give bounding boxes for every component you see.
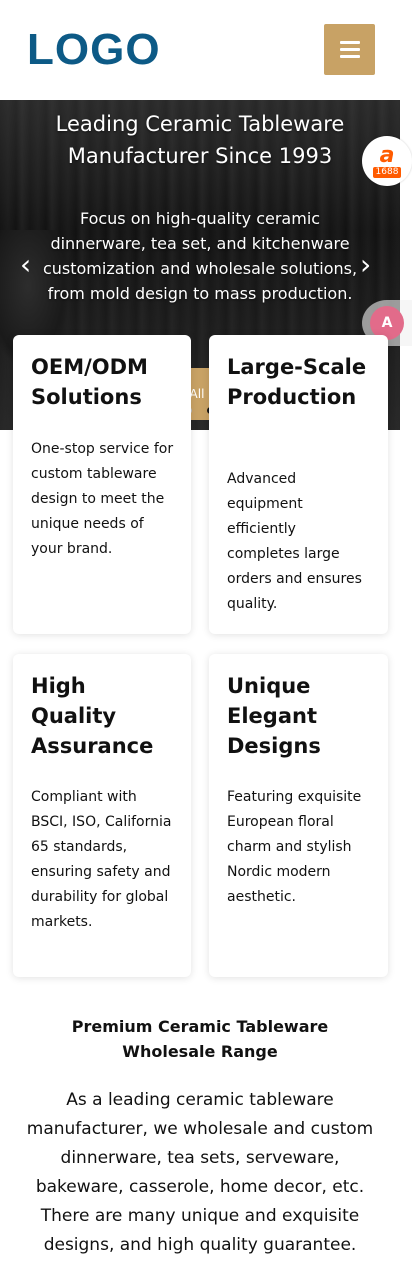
range-section-text: As a leading ceramic tableware manufactu… [26,1090,374,1255]
hamburger-menu-icon[interactable] [324,24,375,75]
feature-card-designs: Unique Elegant Designs Featuring exquisi… [209,654,388,977]
alibaba-1688-icon[interactable]: a 1688 [362,136,412,186]
feature-card-oem: OEM/ODM Solutions One-stop service for c… [13,335,191,634]
range-section-title: Premium Ceramic Tableware Wholesale Rang… [71,1017,329,1061]
alibaba-mark: a [379,142,395,168]
feature-title: Large-Scale Production [227,355,367,409]
feature-card-production: Large-Scale Production Advanced equipmen… [209,335,388,634]
feature-title: OEM/ODM Solutions [31,355,148,409]
feature-text: Advanced equipment efficiently completes… [227,471,362,612]
alibaba-label: 1688 [372,166,402,178]
feature-text: Compliant with BSCI, ISO, California 65 … [31,789,172,930]
feature-text: Featuring exquisite European floral char… [227,789,362,905]
site-logo[interactable]: LOGO [27,26,161,74]
menu-bar [339,48,360,51]
feature-title: High Quality Assurance [31,674,154,758]
feature-card-quality: High Quality Assurance Compliant with BS… [13,654,191,977]
feature-text: One-stop service for custom tableware de… [31,441,174,557]
menu-bar [339,41,360,44]
hero-title: Leading Ceramic Tableware Manufacturer S… [55,112,345,168]
feature-title: Unique Elegant Designs [227,674,321,758]
chevron-left-icon[interactable]: ‹ [20,250,40,280]
site-header: LOGO [0,0,412,100]
menu-bar [339,55,360,58]
chevron-right-icon[interactable]: › [360,250,380,280]
hero-subtitle: Focus on high-quality ceramic dinnerware… [42,209,358,303]
